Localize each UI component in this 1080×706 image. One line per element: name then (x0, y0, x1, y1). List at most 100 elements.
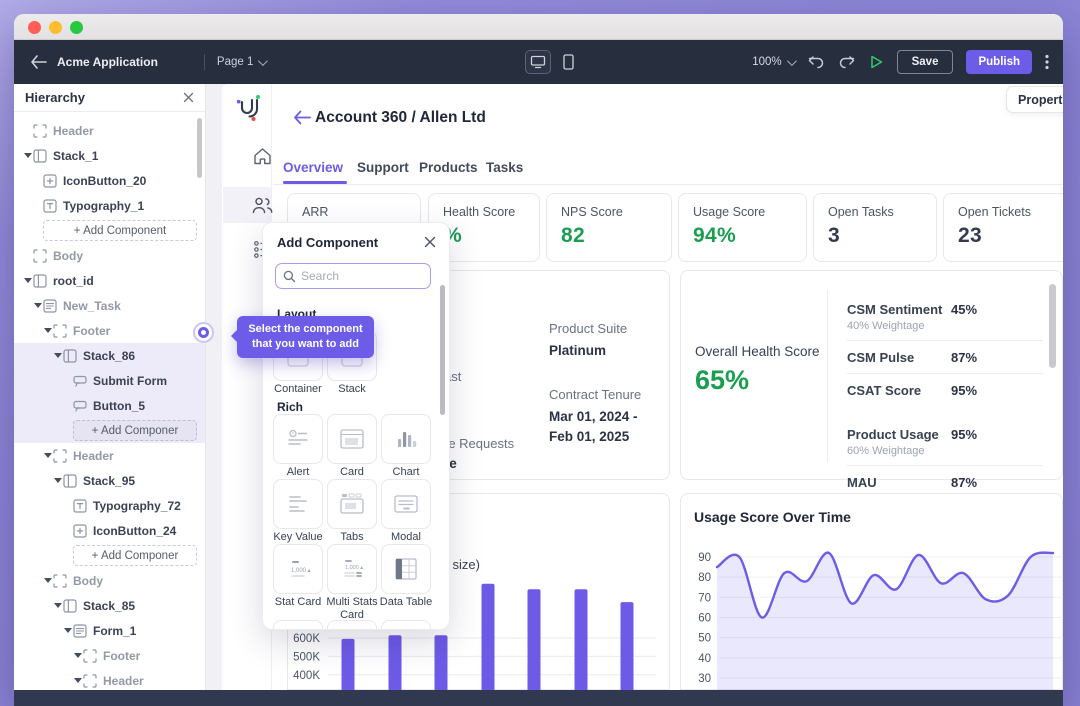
tree-item-stack-1[interactable]: Stack_1 (14, 143, 205, 168)
tree-add-component-button[interactable]: + Add Componer (14, 418, 205, 443)
tree-caret-icon[interactable] (52, 603, 63, 608)
tree-item-header[interactable]: Header (14, 443, 205, 468)
line-chart-card[interactable]: Usage Score Over Time 90807060504030 (680, 493, 1063, 690)
users-icon[interactable] (251, 195, 274, 216)
tree-item-iconbutton-24[interactable]: IconButton_24 (14, 518, 205, 543)
tree-caret-icon[interactable] (52, 353, 63, 358)
tree-caret-icon[interactable] (72, 678, 83, 683)
svg-text:90: 90 (698, 552, 711, 564)
tree-item-label: root_id (53, 274, 94, 288)
component-tile-chart[interactable] (381, 414, 431, 464)
close-window-button[interactable] (28, 21, 41, 34)
tree-add-component-button[interactable]: + Add Component (14, 218, 205, 243)
tabs-tile-icon (338, 490, 366, 518)
component-tile-data-table[interactable] (381, 544, 431, 594)
component-tile-modal[interactable] (381, 479, 431, 529)
tree-item-form-1[interactable]: Form_1 (14, 618, 205, 643)
metrics-scrollbar[interactable] (1049, 284, 1056, 368)
tree-add-component-button[interactable]: + Add Componer (14, 543, 205, 568)
tree-item-label: New_Task (63, 299, 121, 313)
home-icon[interactable] (252, 146, 273, 166)
tab-tasks[interactable]: Tasks (486, 160, 523, 175)
tree-item-iconbutton-20[interactable]: IconButton_20 (14, 168, 205, 193)
tree-item-typography-72[interactable]: Typography_72 (14, 493, 205, 518)
minimize-window-button[interactable] (49, 21, 62, 34)
add-component-dashed-button[interactable]: + Add Component (43, 220, 197, 241)
overall-health-card[interactable]: Overall Health Score 65% CSM Sentiment45… (680, 270, 1063, 480)
tree-item-label: Typography_72 (93, 499, 181, 513)
tab-overview[interactable]: Overview (283, 160, 343, 175)
tree-item-header[interactable]: Header (14, 118, 205, 143)
mobile-preview-button[interactable] (563, 54, 574, 70)
tree-caret-icon[interactable] (62, 628, 73, 633)
tree-item-stack-86[interactable]: Stack_86 (14, 343, 205, 368)
tree-item-stack-85[interactable]: Stack_85 (14, 593, 205, 618)
zoom-selector[interactable]: 100% (752, 56, 793, 68)
play-preview-icon[interactable] (869, 54, 884, 70)
undo-icon[interactable] (807, 55, 825, 70)
insertion-point-indicator (193, 322, 214, 343)
tree-item-stack-95[interactable]: Stack_95 (14, 468, 205, 493)
add-component-dashed-button[interactable]: + Add Componer (73, 420, 197, 441)
redo-icon[interactable] (838, 55, 856, 70)
tree-caret-icon[interactable] (72, 653, 83, 658)
close-hierarchy-icon[interactable] (183, 92, 194, 103)
component-tile-card[interactable] (327, 414, 377, 464)
tree-item-label: Button_5 (93, 399, 145, 413)
stat-card-open-tasks[interactable]: Open Tasks3 (813, 193, 937, 262)
tree-item-button-5[interactable]: Button_5 (14, 393, 205, 418)
publish-button[interactable]: Publish (966, 50, 1032, 74)
stat-card-open-tickets[interactable]: Open Tickets23 (943, 193, 1063, 262)
kebab-menu-icon[interactable] (1045, 54, 1049, 70)
component-tile-partial[interactable] (327, 620, 377, 630)
tree-item-label: IconButton_20 (63, 174, 146, 188)
stat-card-value: 23 (958, 224, 982, 248)
tab-support[interactable]: Support (357, 160, 409, 175)
tree-caret-icon[interactable] (42, 578, 53, 583)
add-component-dashed-button[interactable]: + Add Componer (73, 545, 197, 566)
tree-caret-icon[interactable] (22, 278, 33, 283)
tree-item-new-task[interactable]: New_Task (14, 293, 205, 318)
stat-card-nps-score[interactable]: NPS Score82 (546, 193, 672, 262)
tree-caret-icon[interactable] (42, 453, 53, 458)
stack-icon (33, 149, 47, 163)
tree-item-footer[interactable]: Footer (14, 318, 205, 343)
component-tile-partial[interactable] (273, 620, 323, 630)
component-search-input[interactable] (301, 269, 401, 283)
component-tile-multi-stats-card[interactable]: 1,000 ▴ (327, 544, 377, 594)
back-arrow-icon[interactable] (30, 55, 47, 69)
component-tile-tabs[interactable] (327, 479, 377, 529)
close-modal-icon[interactable] (423, 235, 437, 249)
desktop-preview-button[interactable] (525, 50, 551, 74)
component-tile-partial[interactable] (381, 620, 431, 630)
properties-panel-tab[interactable]: Properti (1006, 86, 1063, 113)
modal-tile-icon (392, 490, 420, 518)
tree-item-footer[interactable]: Footer (14, 643, 205, 668)
tree-caret-icon[interactable] (52, 478, 63, 483)
tree-item-body[interactable]: Body (14, 568, 205, 593)
page-back-arrow-icon[interactable] (293, 110, 311, 125)
stat-card-usage-score[interactable]: Usage Score94% (678, 193, 807, 262)
save-button[interactable]: Save (897, 50, 954, 74)
svg-text:30: 30 (698, 673, 711, 685)
modal-scrollbar[interactable] (440, 285, 445, 415)
tab-products[interactable]: Products (419, 160, 478, 175)
component-tile-alert[interactable] (273, 414, 323, 464)
tree-caret-icon[interactable] (42, 328, 53, 333)
tree-item-header[interactable]: Header (14, 668, 205, 690)
component-tile-stat-card[interactable]: 1,000 ▴ (273, 544, 323, 594)
page-selector[interactable]: Page 1 (217, 56, 265, 68)
component-tile-key-value[interactable] (273, 479, 323, 529)
tree-caret-icon[interactable] (22, 153, 33, 158)
builder-toolbar: Acme Application Page 1 100% (14, 40, 1063, 84)
button-icon (73, 399, 87, 413)
svg-text:500K: 500K (293, 651, 320, 663)
hierarchy-scrollbar[interactable] (197, 118, 202, 178)
tree-item-root-id[interactable]: root_id (14, 268, 205, 293)
maximize-window-button[interactable] (70, 21, 83, 34)
tree-item-body[interactable]: Body (14, 243, 205, 268)
tree-item-submit-form[interactable]: Submit Form (14, 368, 205, 393)
svg-text:1,000 ▴: 1,000 ▴ (345, 565, 363, 571)
tree-item-typography-1[interactable]: Typography_1 (14, 193, 205, 218)
tree-caret-icon[interactable] (32, 303, 43, 308)
